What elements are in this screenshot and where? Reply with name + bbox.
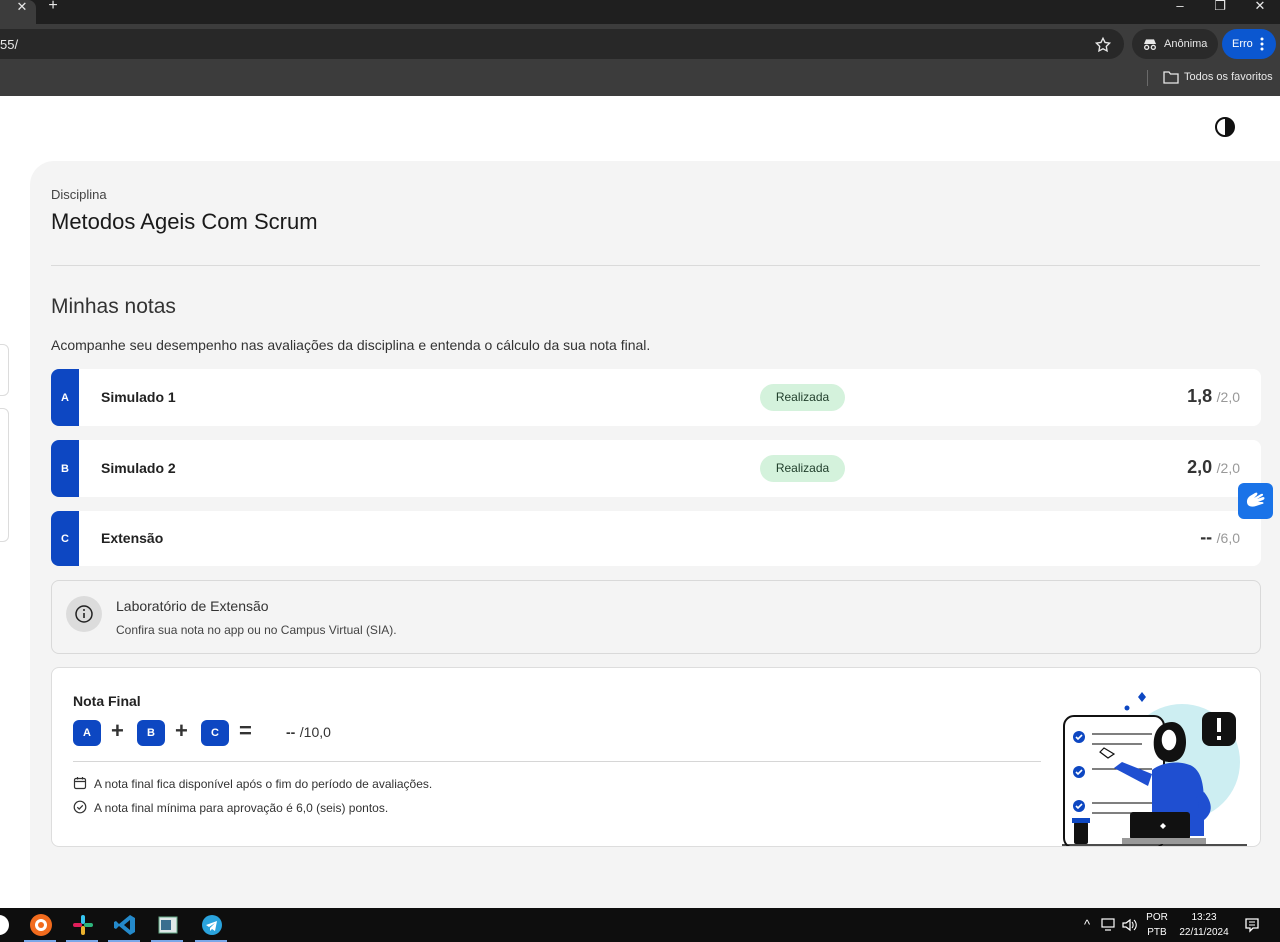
- restore-icon[interactable]: ❐: [1210, 0, 1230, 14]
- incognito-label: Anônima: [1164, 38, 1208, 50]
- close-tab-icon[interactable]: ✕: [14, 0, 30, 18]
- final-score: --: [286, 724, 296, 740]
- formula-chip-c: C: [201, 720, 229, 746]
- tab-strip: ✕ + – ❐ ✕: [0, 0, 1280, 24]
- assessment-name: Extensão: [101, 530, 164, 546]
- grade-row-b[interactable]: B Simulado 2 Realizada 2,0 /2,0: [51, 440, 1261, 497]
- student-illustration: [1062, 692, 1247, 846]
- notice-title: Laboratório de Extensão: [116, 598, 269, 614]
- assessment-name: Simulado 2: [101, 460, 176, 476]
- side-nav-card[interactable]: [0, 344, 9, 396]
- score: 2,0 /2,0: [1187, 457, 1240, 478]
- close-window-icon[interactable]: ✕: [1250, 0, 1270, 14]
- sign-language-accessibility-button[interactable]: [1238, 483, 1273, 519]
- all-bookmarks-link[interactable]: Todos os favoritos: [1184, 71, 1273, 83]
- notepad-icon[interactable]: [155, 912, 181, 938]
- score: 1,8 /2,0: [1187, 386, 1240, 407]
- status-badge: Realizada: [760, 384, 845, 411]
- score-max: /6,0: [1216, 530, 1240, 546]
- tray-expand-icon[interactable]: ^: [1080, 917, 1094, 932]
- bookmark-star-icon[interactable]: [1094, 36, 1112, 54]
- grade-letter-badge: C: [51, 511, 79, 566]
- section-description: Acompanhe seu desempenho nas avaliações …: [51, 337, 651, 353]
- bookmarks-separator: [1147, 70, 1148, 86]
- calendar-icon: [73, 777, 87, 790]
- assessment-name: Simulado 1: [101, 389, 176, 405]
- windows-taskbar: ^ POR PTB 13:23 22/11/2024: [0, 908, 1280, 942]
- incognito-icon: [1144, 39, 1156, 50]
- minimum-grade-note-text: A nota final mínima para aprovação é 6,0…: [94, 801, 389, 815]
- page-content: Disciplina Metodos Ageis Com Scrum Minha…: [0, 96, 1280, 908]
- telegram-icon[interactable]: [199, 912, 225, 938]
- final-grade-card: Nota Final A + B + C = -- /10,0 A nota f…: [51, 667, 1261, 847]
- plus-sign: +: [111, 718, 124, 743]
- hand-icon: [1246, 492, 1265, 507]
- side-nav-card[interactable]: [0, 408, 9, 542]
- slack-icon[interactable]: [70, 912, 96, 938]
- score-max: /2,0: [1216, 389, 1240, 405]
- final-grade-value: -- /10,0: [286, 724, 331, 742]
- availability-note-text: A nota final fica disponível após o fim …: [94, 777, 433, 791]
- incognito-indicator[interactable]: Anônima: [1132, 29, 1218, 59]
- grade-row-c[interactable]: C Extensão -- /6,0: [51, 511, 1261, 566]
- address-bar[interactable]: 55/: [0, 29, 1124, 59]
- new-tab-icon[interactable]: +: [44, 0, 62, 14]
- grade-row-a[interactable]: A Simulado 1 Realizada 1,8 /2,0: [51, 369, 1261, 426]
- discipline-title: Metodos Ageis Com Scrum: [51, 209, 318, 234]
- language-code[interactable]: POR: [1144, 912, 1170, 923]
- grades-panel: Disciplina Metodos Ageis Com Scrum Minha…: [30, 161, 1280, 908]
- active-tab[interactable]: ✕: [0, 0, 36, 24]
- keyboard-layout[interactable]: PTB: [1144, 927, 1170, 938]
- check-circle-icon: [73, 800, 87, 814]
- vscode-icon[interactable]: [112, 912, 138, 938]
- info-icon: [66, 596, 102, 632]
- browser-app-icon[interactable]: [28, 912, 54, 938]
- formula-chip-a: A: [73, 720, 101, 746]
- score-value: 1,8: [1187, 386, 1213, 406]
- section-title: Minhas notas: [51, 295, 176, 318]
- score-max: /2,0: [1216, 460, 1240, 476]
- final-grade-title: Nota Final: [73, 693, 141, 709]
- extension-lab-notice: Laboratório de Extensão Confira sua nota…: [51, 580, 1261, 654]
- menu-dots-icon: [1260, 37, 1264, 51]
- notifications-icon[interactable]: [1244, 917, 1260, 933]
- network-icon[interactable]: [1101, 918, 1117, 932]
- start-icon[interactable]: [0, 912, 12, 938]
- clock-time[interactable]: 13:23: [1174, 912, 1234, 923]
- equals-sign: =: [239, 718, 252, 743]
- minimize-icon[interactable]: –: [1170, 0, 1190, 14]
- final-score-max: /10,0: [299, 724, 331, 740]
- formula-chip-b: B: [137, 720, 165, 746]
- discipline-label: Disciplina: [51, 187, 107, 202]
- folder-icon[interactable]: [1163, 70, 1179, 84]
- grade-letter-badge: B: [51, 440, 79, 497]
- plus-sign: +: [175, 718, 188, 743]
- divider: [51, 265, 1260, 266]
- volume-icon[interactable]: [1122, 918, 1138, 932]
- score-value: 2,0: [1187, 457, 1213, 477]
- profile-error-button[interactable]: Erro: [1222, 29, 1276, 59]
- browser-toolbar: 55/ Anônima Erro: [0, 24, 1280, 64]
- score-value: --: [1200, 527, 1213, 547]
- url-text: 55/: [0, 37, 19, 52]
- contrast-toggle-icon[interactable]: [1214, 116, 1236, 138]
- divider: [73, 761, 1041, 762]
- status-badge: Realizada: [760, 455, 845, 482]
- notice-subtitle: Confira sua nota no app ou no Campus Vir…: [116, 623, 397, 637]
- clock-date[interactable]: 22/11/2024: [1174, 927, 1234, 938]
- bookmarks-bar: Todos os favoritos: [0, 64, 1280, 96]
- profile-error-label: Erro: [1232, 38, 1253, 50]
- grade-letter-badge: A: [51, 369, 79, 426]
- score: -- /6,0: [1200, 527, 1240, 548]
